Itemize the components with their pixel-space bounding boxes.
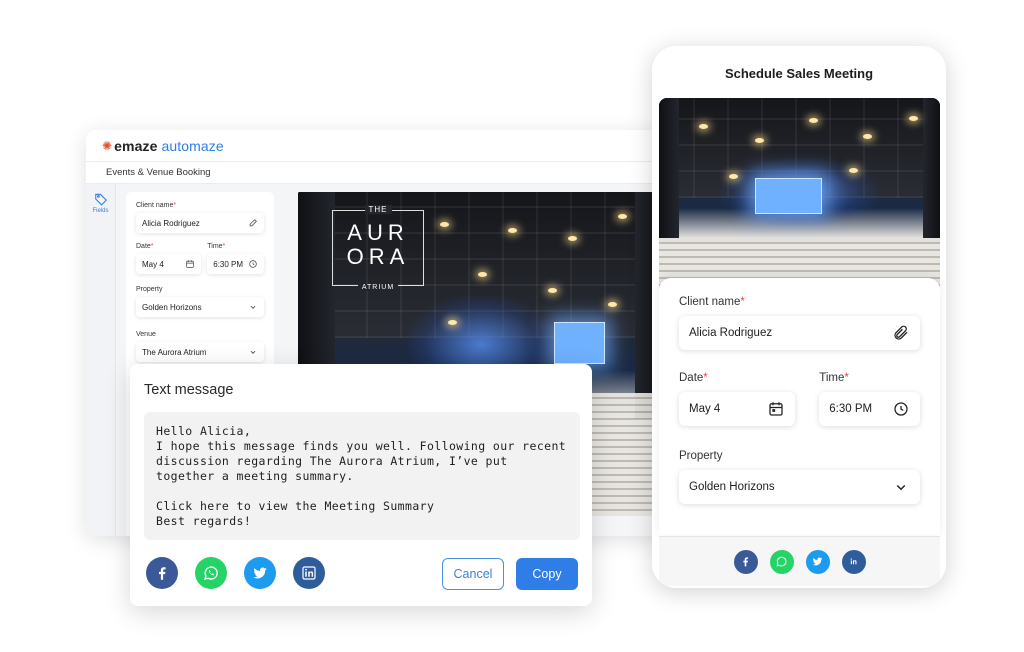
time-value: 6:30 PM <box>829 403 873 415</box>
chevron-down-icon <box>250 350 256 354</box>
page-title: Schedule Sales Meeting <box>724 66 874 81</box>
app-logo[interactable]: ✺ emaze automaze <box>102 138 224 154</box>
app-header: ✺ emaze automaze <box>86 130 700 162</box>
venue-logo-atrium: ATRIUM <box>357 284 399 291</box>
property-value: Golden Horizons <box>142 302 202 312</box>
property-select[interactable]: Golden Horizons <box>136 297 264 317</box>
client-name-field[interactable]: Alicia Rodriguez <box>136 213 264 233</box>
whatsapp-icon <box>776 556 787 567</box>
chevron-down-icon <box>250 305 256 309</box>
share-row <box>659 536 940 586</box>
calendar-icon <box>769 402 783 416</box>
venue-label: Venue <box>136 331 156 338</box>
hall-photo <box>659 98 940 298</box>
client-name-field[interactable]: Alicia Rodriguez <box>679 316 920 350</box>
linkedin-icon <box>850 558 857 565</box>
venue-hero-image <box>659 98 940 298</box>
share-linkedin-button[interactable] <box>841 549 866 574</box>
time-label: Time* <box>819 372 849 384</box>
rail-item-label: Fields <box>92 208 109 214</box>
client-name-value: Alicia Rodriguez <box>689 327 773 339</box>
logo-brand: emaze <box>114 137 158 154</box>
mobile-preview: Schedule Sales Meeting Client name* Alic… <box>652 46 946 588</box>
breadcrumb: Events & Venue Booking <box>86 162 700 184</box>
client-name-label: Client name* <box>679 296 745 308</box>
share-facebook-button[interactable] <box>146 557 178 589</box>
share-whatsapp-button[interactable] <box>769 549 794 574</box>
twitter-icon <box>812 557 823 566</box>
date-label: Date* <box>679 372 708 384</box>
message-line: together a meeting summary. <box>156 469 354 483</box>
side-rail: Fields <box>86 184 116 536</box>
message-body[interactable]: Hello Alicia, I hope this message finds … <box>144 412 580 540</box>
venue-logo: THE AUR ORA ATRIUM <box>332 205 424 291</box>
meeting-summary-link[interactable]: Click here to view the Meeting Summary <box>156 499 568 514</box>
facebook-icon <box>159 567 166 580</box>
phone-form: Client name* Alicia Rodriguez Date* May … <box>659 278 940 534</box>
tag-icon <box>94 193 107 206</box>
client-name-label: Client name* <box>136 202 177 209</box>
chevron-down-icon <box>896 484 906 491</box>
time-value: 6:30 PM <box>213 259 244 269</box>
whatsapp-icon <box>203 566 218 580</box>
twitter-icon <box>253 567 267 579</box>
linkedin-icon <box>302 566 316 580</box>
share-twitter-button[interactable] <box>244 557 276 589</box>
text-message-card: Text message Hello Alicia, I hope this m… <box>130 364 592 606</box>
date-field[interactable]: May 4 <box>679 392 796 426</box>
message-line: I hope this message finds you well. Foll… <box>156 439 567 453</box>
property-label: Property <box>136 286 163 293</box>
copy-button[interactable]: Copy <box>516 558 578 590</box>
venue-logo-the: THE <box>364 205 392 214</box>
clock-icon <box>249 260 257 268</box>
client-name-value: Alicia Rodriguez <box>142 218 200 228</box>
property-label: Property <box>679 450 723 462</box>
venue-select[interactable]: The Aurora Atrium <box>136 342 264 362</box>
share-linkedin-button[interactable] <box>293 557 325 589</box>
property-value: Golden Horizons <box>689 481 775 493</box>
edit-icon <box>249 219 257 227</box>
message-title: Text message <box>144 382 234 398</box>
share-facebook-button[interactable] <box>733 549 758 574</box>
date-label: Date* <box>136 243 154 250</box>
time-field[interactable]: 6:30 PM <box>819 392 920 426</box>
venue-logo-line2: ORA <box>346 244 410 269</box>
time-label: Time* <box>207 243 226 250</box>
message-line: discussion regarding The Aurora Atrium, … <box>156 454 508 468</box>
facebook-icon <box>743 557 749 567</box>
share-twitter-button[interactable] <box>805 549 830 574</box>
venue-logo-line1: AUR <box>347 220 409 245</box>
time-field[interactable]: 6:30 PM <box>207 254 264 274</box>
app-subtitle: Events & Venue Booking <box>106 167 211 178</box>
paperclip-icon <box>894 325 908 340</box>
message-greeting: Hello Alicia, <box>156 424 252 438</box>
emaze-logo-icon: ✺ <box>102 138 113 153</box>
rail-item-fields[interactable]: Fields <box>86 192 115 214</box>
date-value: May 4 <box>142 259 164 269</box>
share-whatsapp-button[interactable] <box>195 557 227 589</box>
share-row <box>146 557 325 589</box>
date-value: May 4 <box>689 403 721 415</box>
venue-value: The Aurora Atrium <box>142 347 207 357</box>
date-field[interactable]: May 4 <box>136 254 202 274</box>
property-select[interactable]: Golden Horizons <box>679 470 920 504</box>
calendar-icon <box>186 260 194 268</box>
cancel-button[interactable]: Cancel <box>442 558 504 590</box>
clock-icon <box>894 402 908 416</box>
message-signoff: Best regards! <box>156 514 252 528</box>
logo-product: automaze <box>161 137 224 154</box>
